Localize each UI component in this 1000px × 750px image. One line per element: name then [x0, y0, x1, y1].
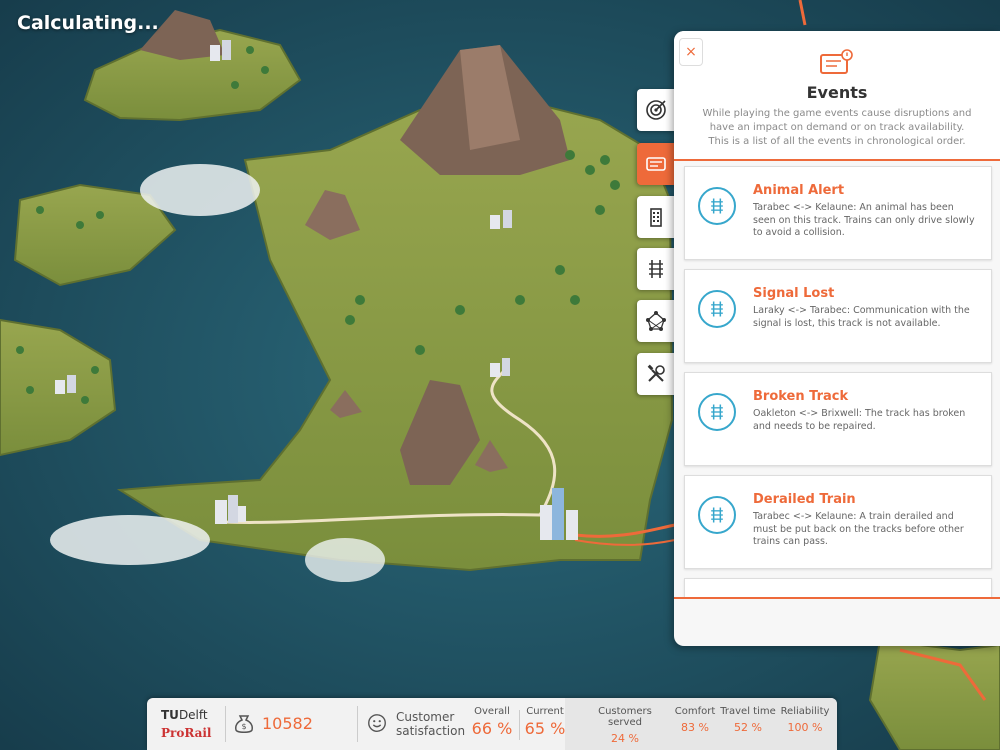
cloud	[50, 515, 210, 565]
satisfaction-label: Customer	[396, 710, 455, 724]
tab-goals[interactable]	[637, 89, 675, 131]
event-text: Oakleton <-> Brixwell: The track has bro…	[753, 408, 966, 432]
events-ticket-icon	[820, 49, 853, 74]
event-card-signal-lost[interactable]: Signal Lost Laraky <-> Tarabec: Communic…	[684, 269, 992, 363]
satisfaction-label: satisfaction	[396, 724, 466, 738]
event-text: Tarabec <-> Kelaune: An animal has been …	[753, 202, 975, 238]
event-card-derailed-train[interactable]: Derailed Train Tarabec <-> Kelaune: A tr…	[684, 475, 992, 569]
event-title: Broken Track	[753, 389, 849, 404]
rail-track-icon	[698, 187, 736, 225]
close-button[interactable]: ×	[679, 38, 703, 66]
overall-metric: Overall 66 %	[471, 706, 513, 738]
list-divider	[674, 597, 1000, 599]
reliability-metric: Reliability 100 %	[780, 706, 830, 734]
tab-network[interactable]	[637, 300, 675, 342]
event-text: Laraky <-> Tarabec: Communication with t…	[753, 305, 970, 329]
events-ticket-icon	[646, 157, 666, 171]
event-title: Animal Alert	[753, 183, 845, 198]
network-icon	[646, 311, 666, 331]
panel-description: While playing the game events cause disr…	[702, 108, 972, 147]
rail-track-icon	[698, 393, 736, 431]
cloud	[305, 538, 385, 582]
building-icon	[650, 208, 662, 227]
travel-time-metric: Travel time 52 %	[720, 706, 776, 734]
detailed-stats: Customers served 24 % Comfort 83 % Trave…	[565, 698, 837, 750]
tudelft-logo: TUDelft	[161, 708, 208, 722]
current-metric: Current 65 %	[524, 706, 566, 738]
money-value: 10582	[262, 714, 313, 733]
event-card-broken-track[interactable]: Broken Track Oakleton <-> Brixwell: The …	[684, 372, 992, 466]
panel-header: × Events While playing the game events c…	[674, 31, 1000, 161]
event-card-partial[interactable]	[684, 578, 992, 597]
event-title: Derailed Train	[753, 492, 856, 507]
smiley-icon	[368, 714, 386, 732]
tab-maintenance[interactable]	[637, 353, 675, 395]
svg-text:$: $	[241, 722, 246, 731]
events-panel: × Events While playing the game events c…	[674, 31, 1000, 646]
event-title: Signal Lost	[753, 286, 835, 301]
rail-track-icon	[698, 290, 736, 328]
tab-events[interactable]	[637, 143, 675, 185]
rail-track-icon	[649, 260, 663, 278]
tab-tracks[interactable]	[637, 248, 675, 290]
cloud	[140, 164, 260, 216]
tools-icon	[647, 364, 665, 382]
panel-title: Events	[806, 83, 868, 102]
money-bag-icon: $	[235, 715, 253, 733]
comfort-metric: Comfort 83 %	[674, 706, 716, 734]
tab-stations[interactable]	[637, 196, 675, 238]
prorail-logo: ProRail	[161, 726, 212, 740]
rail-track-icon	[698, 496, 736, 534]
customer-satisfaction: Customer satisfaction	[357, 706, 465, 742]
target-icon	[646, 100, 666, 120]
event-card-animal-alert[interactable]: Animal Alert Tarabec <-> Kelaune: An ani…	[684, 166, 992, 260]
events-list[interactable]: Animal Alert Tarabec <-> Kelaune: An ani…	[674, 161, 1000, 597]
event-text: Tarabec <-> Kelaune: A train derailed an…	[753, 511, 964, 547]
status-text: Calculating...	[17, 12, 159, 34]
budget-display: $ 10582	[225, 706, 356, 742]
customers-served-metric: Customers served 24 %	[598, 706, 652, 745]
status-bar: TUDelft ProRail $ 10582 Customer satisfac…	[147, 698, 837, 750]
